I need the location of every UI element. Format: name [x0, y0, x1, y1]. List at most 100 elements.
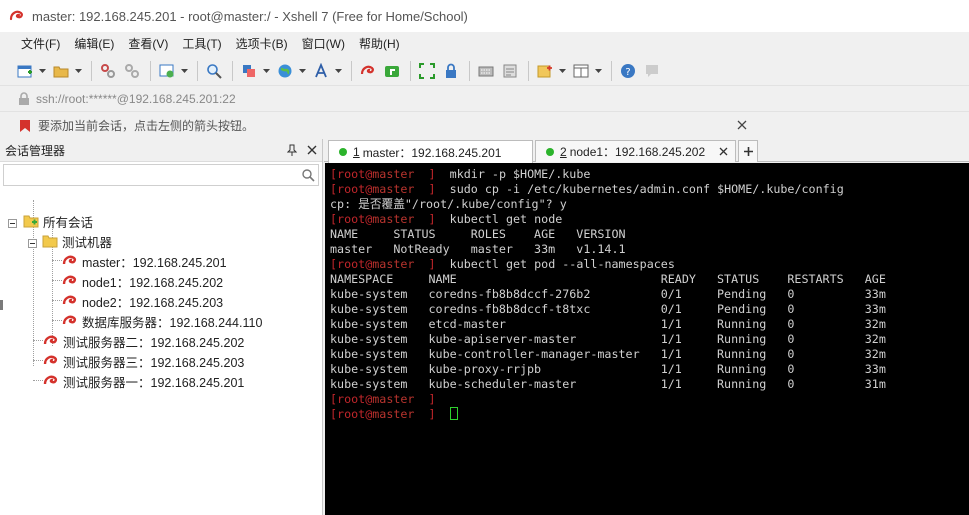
splitter-handle[interactable] [0, 300, 3, 310]
session-search-input[interactable] [7, 165, 297, 183]
xshell-button[interactable] [357, 60, 379, 82]
menu-window[interactable]: 窗口(W) [295, 33, 352, 55]
new-session-dropdown[interactable] [38, 60, 46, 82]
terminal-cursor [449, 407, 458, 420]
hint-text: 要添加当前会话，点击左侧的箭头按钮。 [38, 119, 255, 133]
properties-button[interactable] [156, 60, 178, 82]
open-folder-button[interactable] [50, 60, 72, 82]
new-session-icon [17, 65, 32, 77]
terminal-output-line: kube-system etcd-master 1/1 Running 0 32… [330, 317, 886, 331]
svg-text:?: ? [625, 67, 630, 78]
close-icon[interactable] [718, 146, 729, 157]
tab-node1[interactable]: 2 node1：192.168.245.202 [535, 140, 736, 162]
tree-session-node1[interactable]: node1：192.168.245.202 [62, 271, 223, 291]
fullscreen-button[interactable] [416, 60, 438, 82]
add-tab-button[interactable] [738, 140, 758, 162]
tree-session-database[interactable]: 数据库服务器：192.168.244.110 [62, 311, 262, 331]
tree-session-test-server-1[interactable]: 测试服务器一：192.168.245.201 [43, 371, 244, 391]
menu-edit[interactable]: 编辑(E) [67, 33, 121, 55]
tree-label: node2：192.168.245.203 [82, 295, 224, 310]
help-button[interactable]: ? [617, 60, 639, 82]
terminal-area: 1 master：192.168.245.201 2 node1：192.168… [324, 139, 969, 515]
open-dropdown[interactable] [74, 60, 82, 82]
address-bar[interactable]: ssh://root:******@192.168.245.201:22 [0, 86, 969, 112]
tree-label: 测试服务器一：192.168.245.201 [63, 375, 245, 390]
menu-tab[interactable]: 选项卡(B) [229, 33, 295, 55]
tab-master[interactable]: 1 master：192.168.245.201 [328, 140, 533, 163]
font-dropdown[interactable] [334, 60, 342, 82]
tree-label: 所有会话 [43, 215, 94, 230]
tree-line [52, 300, 62, 301]
menu-file[interactable]: 文件(F) [14, 33, 67, 55]
chevron-down-icon [180, 68, 188, 73]
terminal-prompt-line: [root@master ] mkdir -p $HOME/.kube [330, 167, 969, 182]
layout-button[interactable] [570, 60, 592, 82]
new-tab-button[interactable] [534, 60, 556, 82]
font-button[interactable] [310, 60, 332, 82]
help-icon: ? [621, 63, 635, 78]
menu-help[interactable]: 帮助(H) [352, 33, 407, 55]
toolbar-separator [150, 60, 151, 81]
menu-view[interactable]: 查看(V) [121, 33, 175, 55]
encoding-dropdown[interactable] [298, 60, 306, 82]
collapse-toggle[interactable] [28, 239, 37, 248]
terminal-output[interactable]: [root@master ] mkdir -p $HOME/.kube [root… [325, 163, 969, 515]
window-title: master: 192.168.245.201 - root@master:/ … [32, 8, 468, 24]
tree-line [52, 260, 62, 261]
tree-session-test-server-3[interactable]: 测试服务器三：192.168.245.203 [43, 351, 244, 371]
reconnect-button[interactable] [97, 60, 119, 82]
tree-root-all-sessions[interactable]: 所有会话 [23, 211, 93, 231]
session-icon [43, 375, 57, 385]
properties-dropdown[interactable] [180, 60, 188, 82]
chevron-down-icon [74, 68, 82, 73]
prompt-command [436, 392, 450, 406]
tree-group-test-machines[interactable]: 测试机器 [42, 231, 112, 251]
lock-button[interactable] [440, 60, 462, 82]
xftp-icon [385, 65, 399, 77]
prompt-user: root [337, 167, 366, 181]
keyboard-icon [478, 66, 494, 76]
disconnect-button[interactable] [121, 60, 143, 82]
prompt-bracket: [ [330, 182, 338, 196]
prompt-bracket: ] [414, 167, 436, 181]
session-icon [62, 295, 76, 305]
tree-label: master：192.168.245.201 [82, 255, 227, 270]
keyboard-button[interactable] [475, 60, 497, 82]
transfer-button[interactable] [238, 60, 260, 82]
close-icon[interactable] [735, 118, 749, 132]
tree-session-master[interactable]: master：192.168.245.201 [62, 251, 227, 271]
font-icon [315, 62, 327, 77]
prompt-user: root [337, 212, 366, 226]
chevron-down-icon [594, 68, 602, 73]
encoding-button[interactable] [274, 60, 296, 82]
tab-label: node1：192.168.245.202 [569, 145, 706, 159]
close-icon[interactable] [306, 144, 318, 156]
new-session-button[interactable] [14, 60, 36, 82]
search-icon[interactable] [301, 168, 315, 182]
chevron-down-icon [298, 68, 306, 73]
chat-button[interactable] [641, 60, 663, 82]
lock-icon [19, 91, 29, 105]
prompt-bracket: [ [330, 257, 338, 271]
terminal-output-line: cp: 是否覆盖"/root/.kube/config"? y [330, 197, 567, 211]
transfer-icon [243, 64, 255, 77]
terminal-output-line: kube-system kube-proxy-rrjpb 1/1 Running… [330, 362, 886, 376]
tree-session-test-server-2[interactable]: 测试服务器二：192.168.245.202 [43, 331, 244, 351]
layout-dropdown[interactable] [594, 60, 602, 82]
prompt-host: master [372, 407, 415, 421]
chevron-down-icon [558, 68, 566, 73]
tree-session-node2[interactable]: node2：192.168.245.203 [62, 291, 223, 311]
session-search-box[interactable] [3, 164, 319, 186]
transfer-dropdown[interactable] [262, 60, 270, 82]
magnifier-icon [207, 63, 222, 79]
bookmark-arrow-icon[interactable] [18, 119, 32, 133]
menu-tools[interactable]: 工具(T) [175, 33, 228, 55]
script-button[interactable] [499, 60, 521, 82]
xftp-button[interactable] [381, 60, 403, 82]
pin-icon[interactable] [287, 144, 297, 156]
collapse-toggle[interactable] [8, 219, 17, 228]
new-tab-dropdown[interactable] [558, 60, 566, 82]
prompt-host: master [372, 167, 415, 181]
tree-label: 数据库服务器：192.168.244.110 [82, 315, 263, 330]
find-button[interactable] [203, 60, 225, 82]
